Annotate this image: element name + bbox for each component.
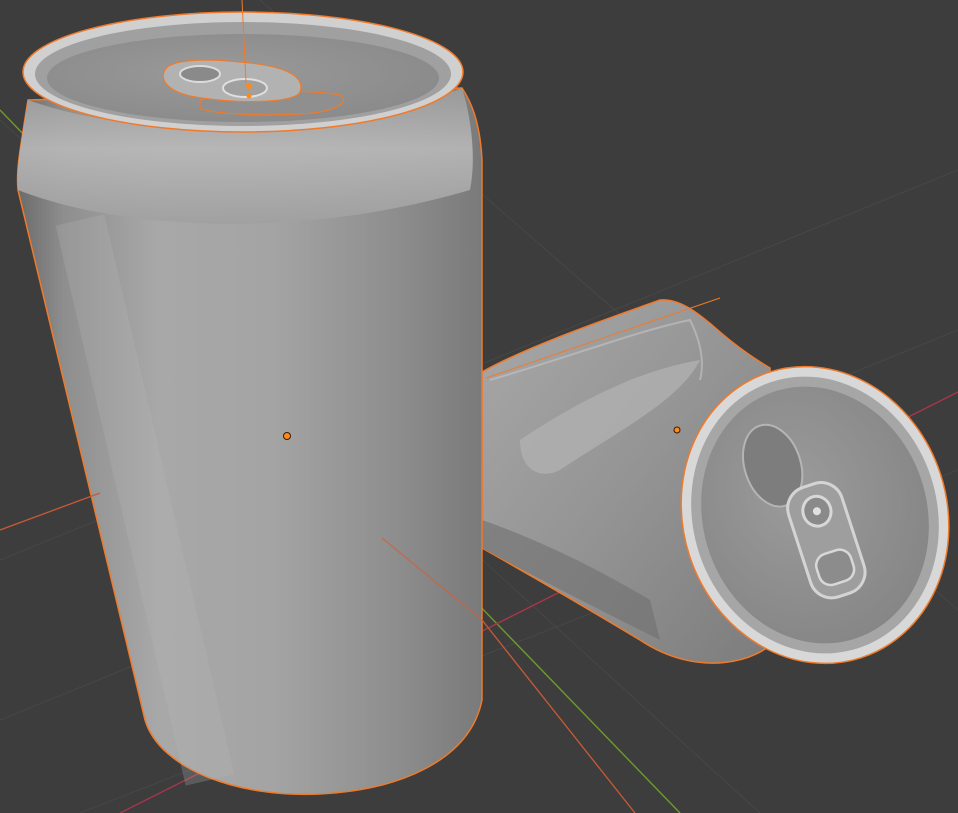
upright-can-origin[interactable] — [283, 432, 291, 440]
crushed-can-origin[interactable] — [673, 426, 681, 434]
upright-can-tab-hole — [179, 65, 221, 83]
upright-can-tab-rivet-dot — [246, 93, 252, 99]
upright-can-tab-rivet — [222, 78, 268, 98]
viewport-canvas[interactable] — [0, 0, 958, 813]
3d-viewport[interactable] — [0, 0, 958, 813]
upright-can-tab-rivet-center — [246, 83, 252, 89]
